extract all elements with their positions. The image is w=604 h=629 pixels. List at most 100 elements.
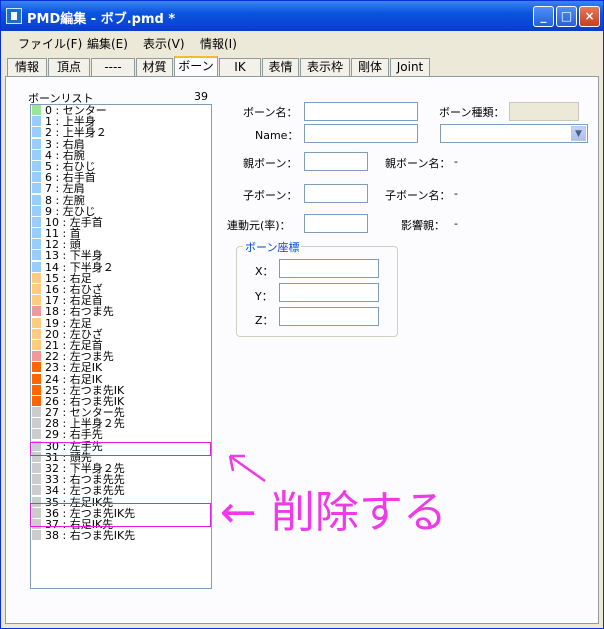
bone-label: 3 : 右肩 <box>45 137 85 151</box>
tab-blank[interactable]: ---- <box>91 58 135 76</box>
app-icon[interactable] <box>6 8 22 24</box>
bone-list-item[interactable]: 13 : 下半身 <box>31 250 211 261</box>
bone-label: 34 : 左つま先先 <box>45 484 125 498</box>
menu-view[interactable]: 表示(V) <box>143 35 185 52</box>
bone-type-select[interactable]: ▼ <box>440 124 588 143</box>
bone-color-swatch <box>32 205 41 216</box>
bone-color-swatch <box>32 530 41 541</box>
bone-color-swatch <box>32 149 41 160</box>
menu-edit[interactable]: 編集(E) <box>87 35 128 52</box>
bone-color-swatch <box>32 418 41 429</box>
bone-list-item[interactable]: 2 : 上半身２ <box>31 127 211 138</box>
menu-file[interactable]: ファイル(F) <box>18 35 82 52</box>
bone-label: 19 : 左足 <box>45 316 92 330</box>
tab-morph[interactable]: 表情 <box>262 58 299 76</box>
bone-color-swatch <box>32 317 41 328</box>
coord-y-label: Y： <box>255 290 273 303</box>
bone-label: 24 : 右足IK <box>45 372 103 386</box>
english-name-input[interactable] <box>304 124 418 143</box>
minimize-button[interactable]: _ <box>533 6 554 27</box>
bone-color-swatch <box>32 172 41 183</box>
bone-color-swatch <box>32 239 41 250</box>
maximize-button[interactable]: □ <box>556 6 577 27</box>
bone-list-item[interactable]: 29 : 右手先 <box>31 429 211 440</box>
bone-color-swatch <box>32 127 41 138</box>
bone-color-swatch <box>32 407 41 418</box>
tab-ik[interactable]: IK <box>219 58 261 76</box>
tab-bone[interactable]: ボーン <box>174 56 218 76</box>
bone-color-swatch <box>32 328 41 339</box>
coord-x-label: X： <box>255 265 274 278</box>
bone-color-swatch <box>32 474 41 485</box>
coord-y-input[interactable] <box>279 283 379 302</box>
bone-color-swatch <box>32 261 41 272</box>
bone-label: 18 : 右つま先 <box>45 305 114 319</box>
title-bar[interactable]: PMD編集 - ボブ.pmd * _ □ × <box>1 1 603 31</box>
app-window: PMD編集 - ボブ.pmd * _ □ × ファイル(F) 編集(E) 表示(… <box>0 0 604 629</box>
menu-bar: ファイル(F) 編集(E) 表示(V) 情報(I) <box>1 31 603 53</box>
tab-display-frame[interactable]: 表示枠 <box>300 58 350 76</box>
bone-color-swatch <box>32 284 41 294</box>
bone-name-label: ボーン名： <box>243 106 298 119</box>
tab-vertex[interactable]: 頂点 <box>48 58 90 76</box>
menu-info[interactable]: 情報(I) <box>200 35 237 52</box>
bone-list-item[interactable]: 18 : 右つま先 <box>31 306 211 317</box>
bone-color-swatch <box>32 362 41 373</box>
bone-color-swatch <box>32 373 41 384</box>
bone-color-swatch <box>32 116 41 127</box>
bone-label: 23 : 左足IK <box>45 361 103 375</box>
parent-bone-label: 親ボーン： <box>243 157 298 170</box>
bone-list-item[interactable]: 38 : 右つま先IK先 <box>31 530 211 541</box>
bone-color-swatch <box>32 339 41 350</box>
bone-label: 7 : 左肩 <box>45 182 85 196</box>
bone-color-swatch <box>32 160 41 171</box>
bone-color-swatch <box>32 272 41 283</box>
child-bone-input[interactable] <box>304 184 368 203</box>
bone-label: 14 : 下半身２ <box>45 260 114 274</box>
bone-name-input[interactable] <box>304 102 418 121</box>
window-title: PMD編集 - ボブ.pmd * <box>27 12 176 27</box>
tab-info[interactable]: 情報 <box>7 58 47 76</box>
bone-color-swatch <box>32 228 41 239</box>
child-bone-name-value: - <box>454 187 458 200</box>
bone-list-item[interactable]: 23 : 左足IK <box>31 362 211 373</box>
parent-bone-name-value: - <box>454 155 458 168</box>
bone-list-item[interactable]: 8 : 左腕 <box>31 193 211 207</box>
bone-color-swatch <box>32 250 41 261</box>
bone-label: 29 : 右手先 <box>45 428 103 442</box>
coord-x-input[interactable] <box>279 259 379 278</box>
bone-color-swatch <box>32 351 41 362</box>
child-bone-name-label: 子ボーン名： <box>385 189 451 202</box>
tab-material[interactable]: 材質 <box>136 58 173 76</box>
tab-joint[interactable]: Joint <box>390 58 430 76</box>
influence-parent-value: - <box>454 217 458 230</box>
parent-bone-input[interactable] <box>304 152 368 171</box>
bone-color-swatch <box>32 384 41 395</box>
bone-label: 2 : 上半身２ <box>45 126 107 140</box>
chevron-down-icon[interactable]: ▼ <box>571 126 586 141</box>
bone-color-swatch <box>32 183 41 194</box>
bone-color-swatch <box>32 485 41 496</box>
bone-list-item[interactable]: 34 : 左つま先先 <box>31 485 211 496</box>
influence-parent-label: 影響親： <box>401 219 445 232</box>
bone-color-swatch <box>32 138 41 149</box>
tab-rigid-body[interactable]: 剛体 <box>351 58 389 76</box>
bone-color-swatch <box>32 216 41 227</box>
english-name-label: Name： <box>255 129 299 142</box>
bone-list-item[interactable]: 24 : 右足IK <box>31 372 211 386</box>
bone-color-swatch <box>32 463 41 473</box>
bone-list-item[interactable]: 7 : 左肩 <box>31 183 211 194</box>
parent-bone-name-label: 親ボーン名： <box>385 157 451 170</box>
bone-count: 39 <box>194 90 208 103</box>
coord-z-label: Z： <box>255 314 274 327</box>
bone-label: 8 : 左腕 <box>45 193 85 207</box>
link-source-input[interactable] <box>304 214 368 233</box>
bone-coordinates-title: ボーン座標 <box>243 239 302 255</box>
bone-type-label: ボーン種類： <box>439 106 505 119</box>
bone-type-field <box>509 102 579 121</box>
bone-color-swatch <box>32 306 41 317</box>
bone-color-swatch <box>32 105 41 115</box>
coord-z-input[interactable] <box>279 307 379 326</box>
highlight-box <box>30 442 211 456</box>
close-button[interactable]: × <box>579 6 600 27</box>
